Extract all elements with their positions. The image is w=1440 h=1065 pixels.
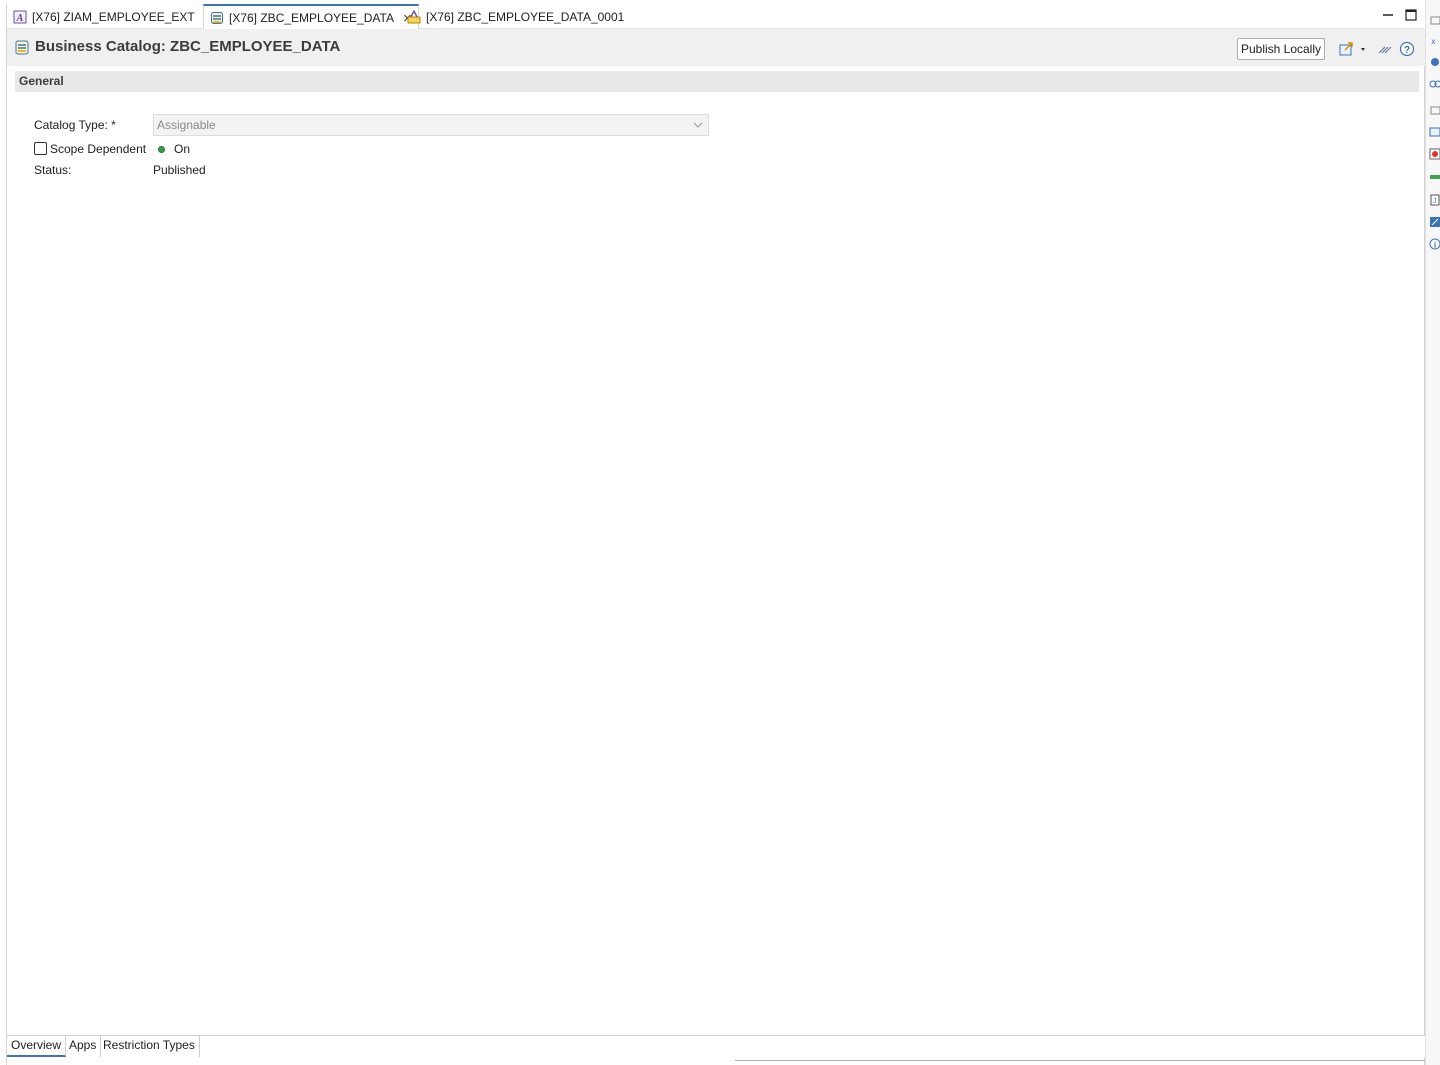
svg-text:?: ?: [1404, 45, 1410, 56]
status-label: Status:: [34, 163, 72, 177]
svg-text:x: x: [1431, 37, 1436, 46]
svg-text:A: A: [16, 13, 24, 24]
outline-icon[interactable]: [1429, 104, 1440, 116]
editor: A [X76] ZIAM_EMPLOYEE_EXT [X76] ZBC_EMPL…: [6, 4, 1426, 1065]
tab-restriction-types[interactable]: Restriction Types: [99, 1036, 200, 1057]
console-icon[interactable]: [1429, 126, 1440, 138]
svg-text:J: J: [1433, 198, 1437, 205]
scope-status-text: On: [174, 142, 191, 156]
expressions-icon[interactable]: [1429, 78, 1440, 90]
business-catalog-icon: [15, 40, 29, 55]
page-title: Business Catalog: ZBC_EMPLOYEE_DATA: [35, 38, 341, 55]
problems-icon[interactable]: [1429, 148, 1440, 160]
tab-label: [X76] ZBC_EMPLOYEE_DATA_0001: [426, 9, 625, 24]
feed-reader-icon[interactable]: [1429, 216, 1440, 228]
status-on-indicator-icon: [158, 146, 165, 153]
breakpoints-icon[interactable]: [1429, 56, 1440, 68]
properties-info-icon[interactable]: i: [1429, 238, 1440, 250]
tab-label: [X76] ZIAM_EMPLOYEE_EXT: [32, 9, 195, 24]
javadoc-icon[interactable]: J: [1429, 194, 1440, 206]
general-section-header: General: [15, 71, 1419, 92]
status-line: [735, 1060, 1426, 1061]
tab-ziam-employee-ext[interactable]: A [X76] ZIAM_EMPLOYEE_EXT: [7, 4, 201, 29]
section-title: General: [19, 74, 64, 88]
tab-label: [X76] ZBC_EMPLOYEE_DATA: [229, 11, 394, 25]
catalog-type-label: Catalog Type: *: [34, 118, 116, 132]
variables-icon[interactable]: x: [1429, 34, 1440, 46]
minimize-icon[interactable]: [1381, 8, 1395, 22]
abap-class-icon: A: [13, 10, 27, 24]
help-icon[interactable]: ?: [1399, 41, 1415, 57]
right-view-toolbar: x J i: [1425, 0, 1440, 1065]
tab-zbc-employee-data[interactable]: [X76] ZBC_EMPLOYEE_DATA ×: [203, 4, 419, 30]
catalog-type-value: Assignable: [157, 118, 216, 132]
tab-apps[interactable]: Apps: [65, 1036, 102, 1057]
link-with-editor-icon[interactable]: [1377, 41, 1393, 57]
status-value: Published: [153, 163, 206, 177]
editor-tab-bar: A [X76] ZIAM_EMPLOYEE_EXT [X76] ZBC_EMPL…: [7, 4, 1426, 30]
maximize-icon[interactable]: [1404, 8, 1418, 22]
tab-zbc-employee-data-0001[interactable]: [X76] ZBC_EMPLOYEE_DATA_0001: [401, 4, 630, 29]
catalog-type-select[interactable]: Assignable: [153, 114, 709, 136]
chevron-down-icon: [693, 119, 703, 129]
editor-page-tabs: Overview Apps Restriction Types: [7, 1035, 1426, 1057]
editor-header: Business Catalog: ZBC_EMPLOYEE_DATA Publ…: [7, 29, 1426, 66]
app-assignment-icon: [407, 8, 421, 24]
business-catalog-icon: [210, 11, 224, 25]
tab-overview[interactable]: Overview: [7, 1036, 67, 1057]
publish-locally-button[interactable]: Publish Locally: [1237, 38, 1325, 60]
share-dropdown-icon[interactable]: [1339, 41, 1369, 57]
tasks-icon[interactable]: [1429, 172, 1440, 184]
scope-dependent-label: Scope Dependent: [50, 142, 147, 156]
view-menu-icon[interactable]: [1429, 14, 1440, 26]
scope-dependent-checkbox[interactable]: [34, 142, 47, 155]
